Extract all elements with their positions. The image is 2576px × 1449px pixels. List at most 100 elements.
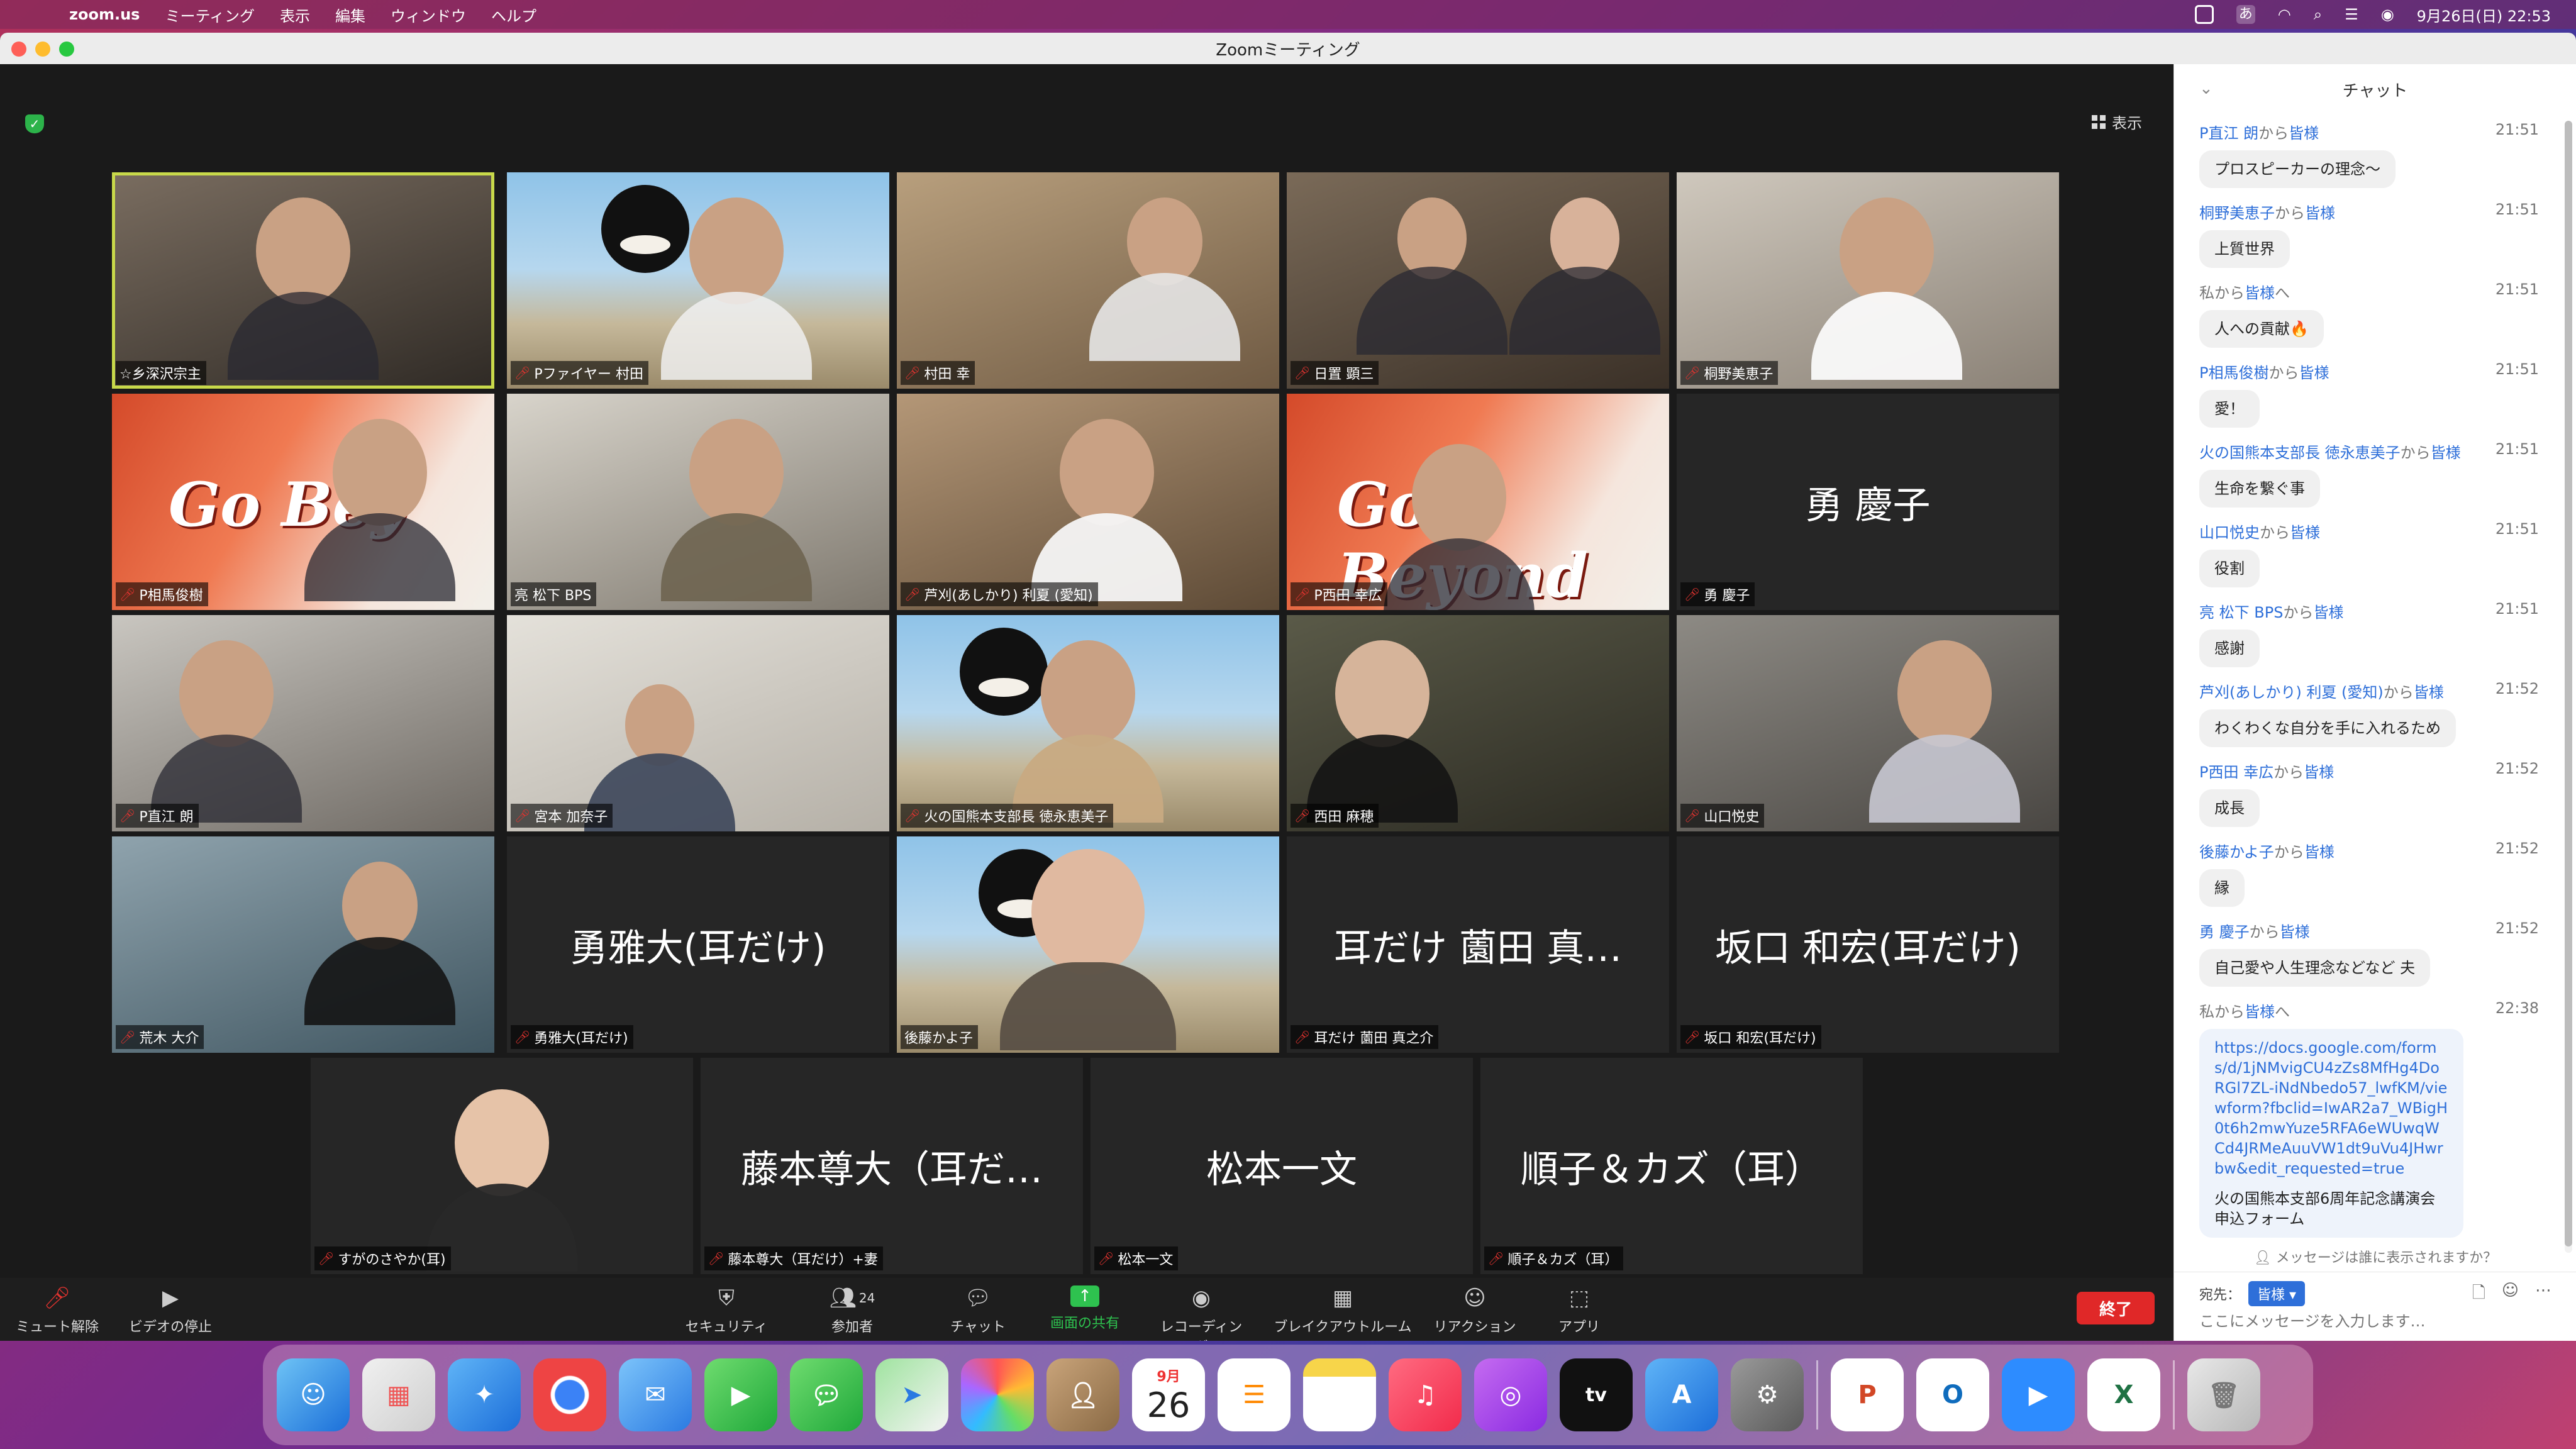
chevron-down-icon[interactable]: ⌄: [2199, 79, 2213, 98]
trash-icon[interactable]: 🗑︎: [2187, 1358, 2260, 1431]
settings-icon[interactable]: ⚙: [1731, 1358, 1804, 1431]
chat-sender[interactable]: 亮 松下 BPS: [2199, 604, 2283, 621]
participant-tile[interactable]: 🎤︎ 桐野美恵子: [1677, 172, 2059, 389]
recipient-dropdown[interactable]: 皆様 ▾: [2248, 1281, 2306, 1306]
participant-tile[interactable]: Go Beyond 🎤︎P西田 幸広: [1287, 394, 1669, 610]
participant-tile[interactable]: 亮 松下 BPS: [507, 394, 889, 610]
spotlight-icon[interactable]: ⌕: [2314, 6, 2322, 23]
participant-tile[interactable]: 🎤︎ 荒木 大介: [112, 836, 494, 1053]
chrome-icon[interactable]: [533, 1358, 606, 1431]
music-icon[interactable]: ♫: [1389, 1358, 1462, 1431]
stop-video-button[interactable]: ▶ ビデオの停止: [123, 1285, 218, 1336]
photos-icon[interactable]: [961, 1358, 1034, 1431]
view-button[interactable]: 表示: [2092, 111, 2142, 133]
menu-window[interactable]: ウィンドウ: [391, 4, 466, 26]
chat-scrollbar[interactable]: [2565, 121, 2572, 1253]
breakout-rooms-button[interactable]: ▦ ブレイクアウトルーム: [1258, 1285, 1428, 1336]
participant-tile[interactable]: 🎤︎ 日置 顕三: [1287, 172, 1669, 389]
participant-tile[interactable]: 勇雅大(耳だけ) 🎤︎ 勇雅大(耳だけ): [507, 836, 889, 1053]
chat-sender[interactable]: 私: [2199, 284, 2214, 302]
chat-sender[interactable]: 後藤かよ子: [2199, 843, 2274, 861]
chat-sender[interactable]: P西田 幸広: [2199, 763, 2273, 781]
minimize-button[interactable]: [35, 42, 50, 57]
chat-link[interactable]: https://docs.google.com/forms/d/1jNMvigC…: [2214, 1039, 2448, 1177]
participants-button[interactable]: 👥︎ 24 参加者: [805, 1285, 899, 1336]
chat-timestamp: 21:51: [2495, 201, 2539, 218]
participant-tile[interactable]: 坂口 和宏(耳だけ) 🎤︎ 坂口 和宏(耳だけ): [1677, 836, 2059, 1053]
apps-button[interactable]: ⬚ アプリ: [1532, 1285, 1626, 1336]
chat-sender[interactable]: 私: [2199, 1003, 2214, 1021]
finder-icon[interactable]: ☺: [277, 1358, 350, 1431]
zoom-status-icon[interactable]: [2194, 5, 2214, 24]
contacts-icon[interactable]: 👤︎: [1046, 1358, 1119, 1431]
mail-icon[interactable]: ✉: [619, 1358, 692, 1431]
security-button[interactable]: ⛨ セキュリティ: [679, 1285, 774, 1336]
clock[interactable]: 9月26日(日) 22:53: [2417, 4, 2551, 26]
ime-icon[interactable]: あ: [2236, 5, 2255, 24]
record-button[interactable]: ◉ レコーディング: [1154, 1285, 1248, 1341]
zoom-window-button[interactable]: [59, 42, 74, 57]
close-button[interactable]: [11, 42, 26, 57]
participant-tile[interactable]: 後藤かよ子: [897, 836, 1279, 1053]
emoji-icon[interactable]: ☺: [2502, 1281, 2519, 1309]
participant-tile[interactable]: 🎤︎ Pファイヤー 村田: [507, 172, 889, 389]
participant-tile[interactable]: 🎤︎ 山口悦史: [1677, 615, 2059, 831]
launchpad-icon[interactable]: ▦: [362, 1358, 435, 1431]
chat-sender[interactable]: P相馬俊樹: [2199, 364, 2268, 382]
end-meeting-button[interactable]: 終了: [2077, 1292, 2155, 1324]
participant-tile[interactable]: 藤本尊大（耳だ… 🎤︎ 藤本尊大（耳だけ）+妻: [701, 1058, 1083, 1274]
menu-meeting[interactable]: ミーティング: [165, 4, 255, 26]
zoom-icon[interactable]: ▶: [2002, 1358, 2075, 1431]
share-screen-button[interactable]: ↑ 画面の共有: [1038, 1285, 1132, 1332]
participant-tile[interactable]: ☆乡深沢宗主: [112, 172, 494, 389]
participant-tile[interactable]: 🎤︎ 火の国熊本支部長 徳永恵美子: [897, 615, 1279, 831]
menu-help[interactable]: ヘルプ: [491, 4, 536, 26]
chat-sender[interactable]: 桐野美恵子: [2199, 204, 2275, 222]
chat-sender[interactable]: 芦刈(あしかり) 利夏 (愛知): [2199, 684, 2384, 701]
file-icon[interactable]: 🗋︎: [2472, 1281, 2485, 1309]
reminders-icon[interactable]: ☰: [1218, 1358, 1291, 1431]
messages-icon[interactable]: 💬︎: [790, 1358, 863, 1431]
participant-tile[interactable]: 勇 慶子 🎤︎ 勇 慶子: [1677, 394, 2059, 610]
facetime-icon[interactable]: ▶: [704, 1358, 777, 1431]
chat-input[interactable]: [2199, 1307, 2551, 1335]
more-icon[interactable]: ⋯: [2535, 1281, 2551, 1309]
chat-sender[interactable]: 勇 慶子: [2199, 923, 2250, 941]
chat-sender[interactable]: 火の国熊本支部長 徳永恵美子: [2199, 444, 2401, 462]
participant-tile[interactable]: Go Bey 🎤︎ P相馬俊樹: [112, 394, 494, 610]
chat-sender[interactable]: P直江 朗: [2199, 125, 2258, 142]
excel-icon[interactable]: X: [2087, 1358, 2160, 1431]
participant-tile[interactable]: 耳だけ 薗田 真… 🎤︎ 耳だけ 薗田 真之介: [1287, 836, 1669, 1053]
appstore-icon[interactable]: A: [1645, 1358, 1718, 1431]
participant-tile[interactable]: 🎤︎ 宮本 加奈子: [507, 615, 889, 831]
participant-tile[interactable]: 松本一文 🎤︎ 松本一文: [1091, 1058, 1473, 1274]
participant-tile[interactable]: 🎤︎ 芦刈(あしかり) 利夏 (愛知): [897, 394, 1279, 610]
app-menu[interactable]: zoom.us: [69, 6, 140, 23]
podcasts-icon[interactable]: ◎: [1474, 1358, 1547, 1431]
outlook-icon[interactable]: O: [1916, 1358, 1989, 1431]
menu-edit[interactable]: 編集: [335, 4, 365, 26]
chat-message-list[interactable]: P直江 朗から皆様 21:51 プロスピーカーの理念〜 桐野美恵子から皆様 21:51 上…: [2174, 121, 2564, 1246]
powerpoint-icon[interactable]: P: [1831, 1358, 1904, 1431]
safari-icon[interactable]: ✦: [448, 1358, 521, 1431]
encryption-shield-icon[interactable]: ✓: [25, 114, 44, 133]
maps-icon[interactable]: ➤: [875, 1358, 948, 1431]
participant-tile[interactable]: 🎤︎ 村田 幸: [897, 172, 1279, 389]
menu-view[interactable]: 表示: [280, 4, 310, 26]
message-visibility-hint[interactable]: 👤︎ メッセージは誰に表示されますか？: [2174, 1246, 2576, 1267]
notes-icon[interactable]: [1303, 1358, 1376, 1431]
participant-tile[interactable]: 🎤︎ 西田 麻穂: [1287, 615, 1669, 831]
reactions-button[interactable]: ☺ リアクション: [1428, 1285, 1522, 1336]
wifi-icon[interactable]: ◠: [2278, 6, 2291, 23]
control-center-icon[interactable]: ☰: [2345, 6, 2358, 23]
tv-icon[interactable]: tv: [1560, 1358, 1633, 1431]
chat-recipient: 皆様: [2413, 684, 2444, 701]
participant-tile[interactable]: 🎤︎ すがのさやか(耳): [311, 1058, 693, 1274]
siri-icon[interactable]: ◉: [2381, 6, 2394, 23]
calendar-icon[interactable]: 9月 26: [1132, 1358, 1205, 1431]
chat-sender[interactable]: 山口悦史: [2199, 524, 2260, 541]
participant-tile[interactable]: 🎤︎ P直江 朗: [112, 615, 494, 831]
unmute-button[interactable]: 🎤︎ ミュート解除: [10, 1285, 104, 1336]
chat-button[interactable]: 💬︎ チャット: [931, 1285, 1025, 1336]
participant-tile[interactable]: 順子＆カズ（耳） 🎤︎ 順子＆カズ（耳）: [1480, 1058, 1863, 1274]
